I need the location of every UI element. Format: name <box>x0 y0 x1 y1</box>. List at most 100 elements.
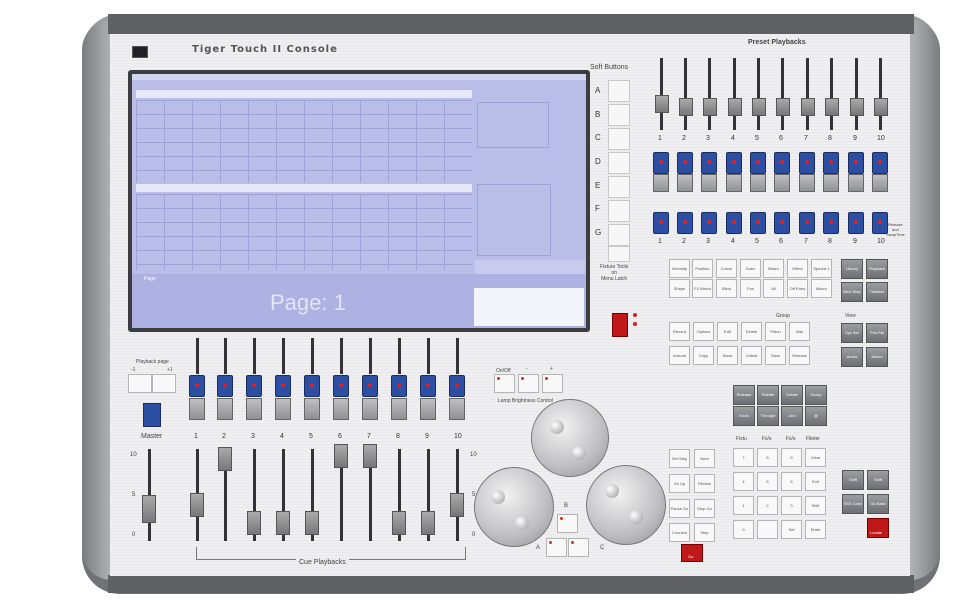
soft-button-f[interactable] <box>608 200 630 222</box>
power-switch[interactable] <box>612 313 628 337</box>
keypad-key-15[interactable]: Set <box>781 520 802 539</box>
command-key-8[interactable]: @ <box>805 406 827 426</box>
cue-flash-button-5[interactable] <box>304 398 320 420</box>
screen-page-box[interactable] <box>474 288 584 326</box>
screen-menubar[interactable] <box>132 74 586 80</box>
cue-control-key-7[interactable]: Connect <box>669 523 690 542</box>
cue-select-button-2[interactable] <box>217 375 233 397</box>
attribute-key-3[interactable]: Colour <box>716 259 737 278</box>
keypad-key-14[interactable]: . <box>757 520 778 539</box>
cue-fader-2[interactable] <box>218 447 232 471</box>
attribute-key-13[interactable]: Off Entry <box>787 279 808 298</box>
cue-fader-7[interactable] <box>363 444 377 468</box>
view-key-2[interactable]: Pos Pal <box>866 323 888 343</box>
wheel-b-button[interactable] <box>557 514 578 533</box>
screen-toolbar[interactable] <box>475 260 585 274</box>
cue-select-button-9[interactable] <box>420 375 436 397</box>
preset-fader-2[interactable] <box>679 98 693 116</box>
keypad-key-16[interactable]: Enter <box>805 520 826 539</box>
keypad-key-5[interactable]: 4 <box>733 472 754 491</box>
shift-key-4[interactable]: Go Back <box>867 494 889 514</box>
screen-grid-lower[interactable] <box>136 194 472 270</box>
preset-flash-button-6[interactable] <box>774 174 790 192</box>
command-key-3[interactable]: Delete <box>781 385 803 405</box>
cue-select-button-8[interactable] <box>391 375 407 397</box>
attribute-key-14[interactable]: Macro <box>811 279 832 298</box>
keypad-key-8[interactable]: Exit <box>805 472 826 491</box>
preset-fader-4[interactable] <box>728 98 742 116</box>
soft-button-c[interactable] <box>608 128 630 150</box>
preset-select-button-2[interactable] <box>677 152 693 174</box>
tools-key-8[interactable]: Copy <box>693 346 714 365</box>
cue-fader-1[interactable] <box>190 493 204 517</box>
cue-flash-button-3[interactable] <box>246 398 262 420</box>
cue-flash-button-9[interactable] <box>420 398 436 420</box>
attribute-key-7[interactable]: Special 1 <box>811 259 832 278</box>
tools-key-5[interactable]: Patch <box>765 322 786 341</box>
preset-swap-button-9[interactable] <box>848 212 864 234</box>
cue-select-button-4[interactable] <box>275 375 291 397</box>
cue-select-button-10[interactable] <box>449 375 465 397</box>
shift-key-2[interactable]: Shift <box>867 470 889 490</box>
keypad-key-13[interactable]: 0 <box>733 520 754 539</box>
top-right-key-3[interactable]: Next Step <box>841 282 863 302</box>
cue-flash-button-8[interactable] <box>391 398 407 420</box>
cue-flash-button-2[interactable] <box>217 398 233 420</box>
preset-fader-3[interactable] <box>703 98 717 116</box>
encoder-wheel-a[interactable] <box>474 467 554 547</box>
attribute-key-12[interactable]: All <box>763 279 784 298</box>
cue-select-button-1[interactable] <box>189 375 205 397</box>
view-key-4[interactable]: Macro <box>866 347 888 367</box>
attribute-key-4[interactable]: Gobo <box>740 259 761 278</box>
master-fader[interactable] <box>142 495 156 523</box>
screen-page-tab[interactable]: Page <box>144 276 156 282</box>
keypad-key-11[interactable]: 3 <box>781 496 802 515</box>
preset-swap-button-5[interactable] <box>750 212 766 234</box>
cue-flash-button-7[interactable] <box>362 398 378 420</box>
preset-flash-button-1[interactable] <box>653 174 669 192</box>
preset-flash-button-9[interactable] <box>848 174 864 192</box>
preset-flash-button-3[interactable] <box>701 174 717 192</box>
encoder-wheel-b[interactable] <box>531 399 609 477</box>
command-key-7[interactable]: And <box>781 406 803 426</box>
keypad-key-10[interactable]: 2 <box>757 496 778 515</box>
attribute-key-1[interactable]: Intensity <box>669 259 690 278</box>
preset-fader-9[interactable] <box>850 98 864 116</box>
master-button[interactable] <box>143 403 161 427</box>
command-key-1[interactable]: Release <box>733 385 755 405</box>
view-key-3[interactable]: Arrow <box>841 347 863 367</box>
soft-button-a[interactable] <box>608 80 630 102</box>
cue-fader-3[interactable] <box>247 511 261 535</box>
lamp-plus-button[interactable] <box>542 374 563 393</box>
command-key-6[interactable]: Through <box>757 406 779 426</box>
preset-select-button-4[interactable] <box>726 152 742 174</box>
soft-button-b[interactable] <box>608 104 630 126</box>
preset-swap-button-1[interactable] <box>653 212 669 234</box>
keypad-key-1[interactable]: 7 <box>733 448 754 467</box>
tools-key-1[interactable]: Record <box>669 322 690 341</box>
command-key-4[interactable]: Group <box>805 385 827 405</box>
touch-screen[interactable]: Page <box>132 74 586 328</box>
soft-button-extra[interactable] <box>608 246 630 262</box>
view-key-1[interactable]: Sys Set <box>841 323 863 343</box>
preset-swap-button-4[interactable] <box>726 212 742 234</box>
cue-flash-button-4[interactable] <box>275 398 291 420</box>
cue-fader-8[interactable] <box>392 511 406 535</box>
usb-port[interactable] <box>132 46 148 58</box>
cue-control-key-1[interactable]: Set Step <box>669 449 690 468</box>
tools-key-6[interactable]: Disk <box>789 322 810 341</box>
preset-swap-button-3[interactable] <box>701 212 717 234</box>
soft-button-d[interactable] <box>608 152 630 174</box>
preset-swap-button-2[interactable] <box>677 212 693 234</box>
preset-select-button-8[interactable] <box>823 152 839 174</box>
preset-fader-8[interactable] <box>825 98 839 116</box>
command-key-2[interactable]: Palette <box>757 385 779 405</box>
tools-key-2[interactable]: Options <box>693 322 714 341</box>
attribute-key-11[interactable]: Fan <box>740 279 761 298</box>
preset-select-button-6[interactable] <box>774 152 790 174</box>
screen-side-panel[interactable] <box>477 102 549 148</box>
preset-swap-button-7[interactable] <box>799 212 815 234</box>
command-key-5[interactable]: Knob <box>733 406 755 426</box>
preset-flash-button-8[interactable] <box>823 174 839 192</box>
tools-key-9[interactable]: Move <box>717 346 738 365</box>
